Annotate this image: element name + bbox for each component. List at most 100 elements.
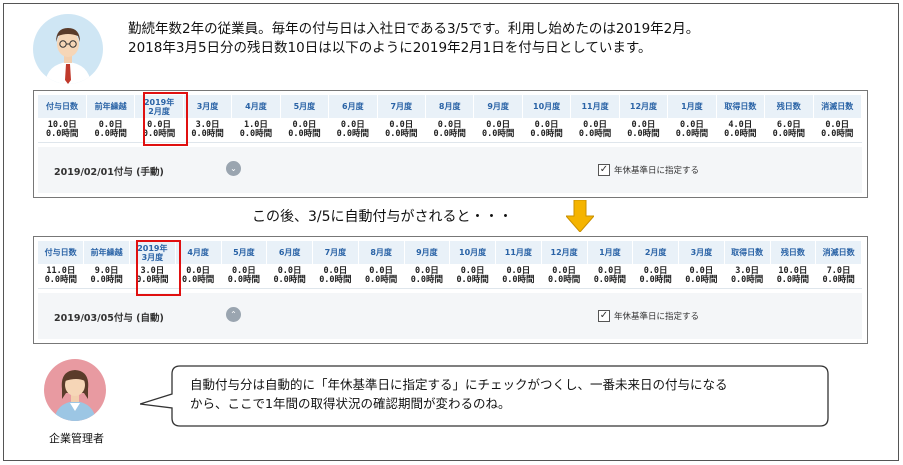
table-cell: 6.0日 0.0時間: [764, 118, 813, 143]
column-header: 9月度: [473, 95, 523, 118]
table-cell: 0.0日 0.0時間: [86, 118, 135, 143]
chevron-down-icon[interactable]: ⌄: [226, 161, 241, 176]
column-header: 取得日数: [724, 241, 771, 264]
cell-hours: 0.0時間: [385, 128, 418, 139]
table-cell: 0.0日 0.0時間: [813, 118, 862, 143]
table-cell: 0.0日 0.0時間: [358, 264, 404, 289]
grant-date-label: 2019/02/01付与 (手動): [54, 167, 164, 178]
intro-line-2: 2018年3月5日分の残日数10日は以下のように2019年2月1日を付与日として…: [128, 40, 652, 56]
column-header: 7月度: [312, 241, 359, 264]
cell-hours: 0.0時間: [772, 128, 805, 139]
column-header: 消滅日数: [813, 95, 862, 118]
column-header: 3月度: [183, 95, 233, 118]
base-date-checkbox[interactable]: ✓ 年休基準日に指定する: [598, 164, 699, 176]
cell-hours: 0.0時間: [593, 274, 627, 285]
table-cell: 0.0日 0.0時間: [266, 264, 313, 289]
cell-hours: 0.0時間: [94, 128, 127, 139]
column-header: 12月度: [541, 241, 588, 264]
checkbox-label: 年休基準日に指定する: [614, 312, 700, 322]
table-cell: 0.0日 0.0時間: [449, 264, 496, 289]
table-cell: 4.0日 0.0時間: [716, 118, 765, 143]
column-header: 4月度: [175, 241, 222, 264]
column-header: 残日数: [764, 95, 814, 118]
cell-hours: 0.0時間: [776, 274, 810, 285]
cell-hours: 0.0時間: [288, 128, 321, 139]
column-header: 取得日数: [716, 95, 766, 118]
table-cell: 0.0日 0.0時間: [619, 118, 668, 143]
grant-date-label: 2019/03/05付与 (自動): [54, 313, 164, 324]
cell-hours: 0.0時間: [578, 128, 612, 139]
highlight-box-feb: [143, 92, 188, 146]
cell-hours: 0.0時間: [433, 128, 466, 139]
cell-hours: 0.0時間: [227, 274, 261, 285]
cell-hours: 0.0時間: [481, 128, 515, 139]
column-header: 11月度: [495, 241, 542, 264]
table-cell: 10.0日 0.0時間: [770, 264, 816, 289]
column-header: 12月度: [619, 95, 669, 118]
table-cell: 0.0日 0.0時間: [280, 118, 329, 143]
table-cell: 9.0日 0.0時間: [83, 264, 130, 289]
column-header: 10月度: [449, 241, 496, 264]
cell-hours: 0.0時間: [239, 128, 273, 139]
table-cell: 0.0日 0.0時間: [473, 118, 523, 143]
intro-line-1: 勤続年数2年の従業員。毎年の付与日は入社日である3/5です。利用し始めたのは20…: [128, 21, 700, 37]
table-cell: 0.0日 0.0時間: [328, 118, 378, 143]
cell-hours: 0.0時間: [675, 128, 709, 139]
table-cell: 0.0日 0.0時間: [667, 118, 717, 143]
cell-hours: 0.0時間: [364, 274, 398, 285]
column-header: 4月度: [231, 95, 281, 118]
column-header: 消滅日数: [815, 241, 862, 264]
column-header: 2月度: [632, 241, 679, 264]
table-cell: 3.0日 0.0時間: [183, 118, 232, 143]
cell-hours: 0.0時間: [502, 274, 535, 285]
table-cell: 0.0日 0.0時間: [312, 264, 359, 289]
column-header: 8月度: [425, 95, 475, 118]
bubble-text: 自動付与分は自動的に「年休基準日に指定する」にチェックがつくし、一番未来日の付与…: [190, 375, 728, 413]
check-icon[interactable]: ✓: [598, 164, 610, 176]
cell-hours: 0.0時間: [456, 274, 489, 285]
cell-hours: 0.0時間: [627, 128, 660, 139]
base-date-checkbox[interactable]: ✓ 年休基準日に指定する: [598, 310, 699, 322]
table-cell: 1.0日 0.0時間: [231, 118, 281, 143]
cell-hours: 0.0時間: [822, 274, 855, 285]
column-header: 10月度: [522, 95, 572, 118]
grant-row-after: 2019/03/05付与 (自動) ⌃ ✓ 年休基準日に指定する: [38, 293, 862, 339]
column-header: 5月度: [280, 95, 330, 118]
table-cell: 0.0日 0.0時間: [377, 118, 426, 143]
table-cell: 0.0日 0.0時間: [221, 264, 267, 289]
table-cell: 10.0日 0.0時間: [38, 118, 87, 143]
column-header: 残日数: [770, 241, 817, 264]
table-cell: 0.0日 0.0時間: [522, 118, 571, 143]
cell-hours: 0.0時間: [44, 274, 78, 285]
column-header: 5月度: [221, 241, 268, 264]
table-cell: 0.0日 0.0時間: [541, 264, 587, 289]
column-header: 7月度: [377, 95, 427, 118]
cell-hours: 0.0時間: [530, 128, 563, 139]
column-header: 付与日数: [38, 241, 85, 264]
cell-hours: 0.0時間: [191, 128, 224, 139]
table-cell: 0.0日 0.0時間: [404, 264, 450, 289]
chevron-up-icon[interactable]: ⌃: [226, 307, 241, 322]
check-icon[interactable]: ✓: [598, 310, 610, 322]
table-cell: 11.0日 0.0時間: [38, 264, 84, 289]
cell-hours: 0.0時間: [639, 274, 672, 285]
column-header: 9月度: [404, 241, 451, 264]
grant-row-before: 2019/02/01付与 (手動) ⌄ ✓ 年休基準日に指定する: [38, 147, 862, 193]
table-cell: 3.0日 0.0時間: [724, 264, 770, 289]
table-cell: 0.0日 0.0時間: [570, 118, 620, 143]
cell-hours: 0.0時間: [410, 274, 444, 285]
cell-hours: 0.0時間: [181, 274, 215, 285]
middle-caption: この後、3/5に自動付与がされると・・・: [252, 209, 513, 225]
column-header: 8月度: [358, 241, 405, 264]
highlight-box-mar: [136, 240, 181, 296]
column-header: 1月度: [587, 241, 634, 264]
manager-avatar: [44, 359, 106, 421]
cell-hours: 0.0時間: [724, 128, 757, 139]
table-cell: 7.0日 0.0時間: [815, 264, 862, 289]
cell-hours: 0.0時間: [319, 274, 352, 285]
column-header: 前年繰越: [83, 241, 130, 264]
intro-text: 勤続年数2年の従業員。毎年の付与日は入社日である3/5です。利用し始めたのは20…: [128, 20, 699, 58]
table-cell: 0.0日 0.0時間: [587, 264, 633, 289]
column-header: 6月度: [266, 241, 313, 264]
column-header: 3月度: [678, 241, 725, 264]
